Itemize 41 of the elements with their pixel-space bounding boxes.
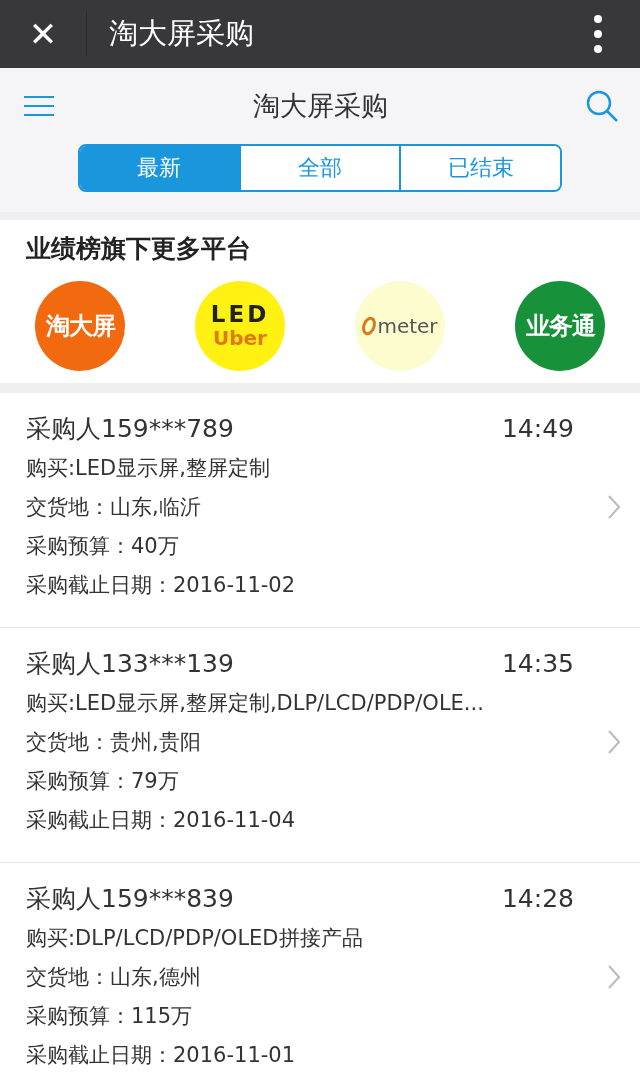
- menu-icon[interactable]: [24, 96, 54, 116]
- order-detail: 购买:LED显示屏,整屏定制: [26, 455, 271, 482]
- logo-badge[interactable]: meter: [355, 281, 445, 371]
- tab[interactable]: 最新: [80, 146, 239, 190]
- logo-text: meter: [377, 314, 438, 338]
- order-detail: 采购预算：115万: [26, 1003, 194, 1030]
- order-detail: 购买:DLP/LCD/PDP/OLED拼接产品: [26, 925, 364, 952]
- logo-text: 淘大屏: [45, 311, 115, 342]
- buyer-name: 采购人159***789: [26, 413, 234, 445]
- chevron-icon[interactable]: [608, 730, 620, 754]
- logo-badge[interactable]: 淘大屏: [35, 281, 125, 371]
- order-detail: 交货地：贵州,贵阳: [26, 729, 202, 756]
- order-detail: 采购截止日期：2016-11-02: [26, 572, 297, 599]
- order-detail: 交货地：山东,德州: [26, 964, 202, 991]
- chevron-icon[interactable]: [608, 965, 620, 989]
- more-icon[interactable]: [592, 14, 604, 54]
- ring-icon: [362, 316, 377, 336]
- order-detail: 采购预算：79万: [26, 768, 180, 795]
- order-time: 14:28: [501, 883, 574, 915]
- order-detail: 交货地：山东,临沂: [26, 494, 202, 521]
- buyer-name: 采购人159***839: [26, 883, 234, 915]
- chevron-icon[interactable]: [608, 495, 620, 519]
- tab[interactable]: 全部: [238, 146, 400, 190]
- order-time: 14:35: [501, 648, 574, 680]
- page-title: 淘大屏采购: [252, 89, 388, 123]
- close-button[interactable]: ✕: [0, 11, 87, 57]
- logo-text: Uber: [213, 326, 267, 350]
- buyer-name: 采购人133***139: [26, 648, 234, 680]
- section-title: 业绩榜旗下更多平台: [26, 233, 252, 265]
- order-detail: 购买:LED显示屏,整屏定制,DLP/LCD/PDP/OLE...: [26, 690, 485, 717]
- order-detail: 采购截止日期：2016-11-04: [26, 807, 297, 834]
- logo-badge[interactable]: LED Uber: [195, 281, 285, 371]
- search-icon[interactable]: [586, 90, 618, 122]
- logo-text: 业务通: [525, 311, 595, 342]
- logo-badge[interactable]: 业务通: [515, 281, 605, 371]
- logo-text: LED: [210, 302, 270, 326]
- order-time: 14:49: [501, 413, 574, 445]
- order-detail: 采购预算：40万: [26, 533, 180, 560]
- order-detail: 采购截止日期：2016-11-01: [26, 1042, 297, 1069]
- tab[interactable]: 已结束: [399, 146, 560, 190]
- window-title: 淘大屏采购: [109, 15, 255, 52]
